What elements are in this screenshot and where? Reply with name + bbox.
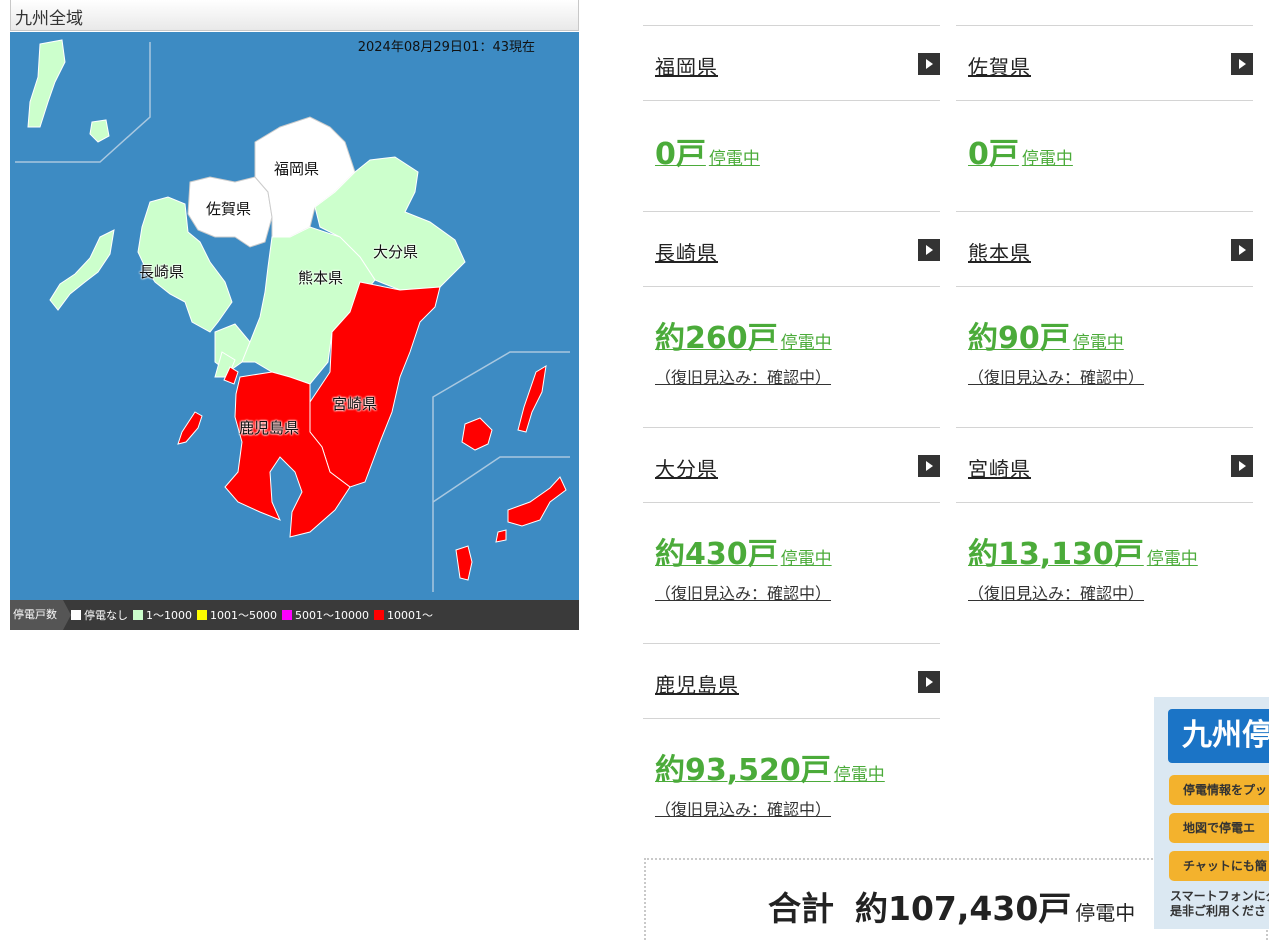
kyushu-outage-app-banner[interactable]: 九州停 停電情報をプッ 地図で停電エ チャットにも簡 スマートフォンにダ 是非ご… <box>1154 697 1269 929</box>
pref-name-link[interactable]: 熊本県 <box>968 237 1031 266</box>
arrow-right-icon[interactable] <box>1231 455 1253 477</box>
banner-button[interactable]: チャットにも簡 <box>1169 851 1269 881</box>
restore-estimate[interactable]: （復旧見込み：確認中） <box>968 364 1144 388</box>
map-label-kagoshima[interactable]: 鹿児島県 <box>239 417 299 438</box>
arrow-right-icon[interactable] <box>1231 53 1253 75</box>
map-title: 九州全域 <box>15 9 83 29</box>
pref-card-header[interactable]: 宮崎県 <box>956 427 1253 503</box>
map-svg <box>15 39 570 592</box>
pref-card-header[interactable]: 長崎県 <box>643 211 940 287</box>
pref-card-header[interactable]: 佐賀県 <box>956 25 1253 101</box>
total-outage: 合計 約107,430戸 停電中 <box>768 882 1135 930</box>
map-label-saga[interactable]: 佐賀県 <box>206 198 251 219</box>
legend-title: 停電戸数 <box>10 600 71 630</box>
arrow-right-icon[interactable] <box>918 53 940 75</box>
legend-swatch-mid <box>197 610 207 620</box>
legend-label: 1～1000 <box>146 609 192 622</box>
outage-count: 約90戸 <box>968 321 1070 356</box>
pref-name-link[interactable]: 長崎県 <box>655 237 718 266</box>
total-label: 合計 <box>768 889 834 928</box>
pref-card-header[interactable]: 福岡県 <box>643 25 940 101</box>
outage-link[interactable]: 約90戸 停電中 <box>968 313 1124 357</box>
map-header: 九州全域 <box>10 0 579 31</box>
legend-item: 5001～10000 <box>282 607 369 623</box>
banner-footer-line: スマートフォンにダ <box>1170 889 1269 903</box>
outage-status: 停電中 <box>1146 549 1198 569</box>
total-status: 停電中 <box>1075 901 1136 925</box>
outage-count: 0戸 <box>655 137 706 172</box>
legend-swatch-high <box>374 610 384 620</box>
outage-map-panel: 九州全域 2024年08月29日01：43現在 福岡県 佐賀県 長崎県 熊本県 … <box>10 0 579 630</box>
map-label-fukuoka[interactable]: 福岡県 <box>274 158 319 179</box>
outage-status: 停電中 <box>708 149 760 169</box>
legend-item: 10001～ <box>374 607 433 623</box>
outage-link[interactable]: 0戸 停電中 <box>655 129 760 173</box>
outage-status: 停電中 <box>780 333 832 353</box>
arrow-right-icon[interactable] <box>918 671 940 693</box>
banner-button[interactable]: 停電情報をプッ <box>1169 775 1269 805</box>
restore-estimate[interactable]: （復旧見込み：確認中） <box>655 580 831 604</box>
legend-label: 5001～10000 <box>295 609 369 622</box>
legend-label: 1001～5000 <box>210 609 277 622</box>
outage-status: 停電中 <box>833 765 885 785</box>
restore-estimate[interactable]: （復旧見込み：確認中） <box>655 364 831 388</box>
arrow-right-icon[interactable] <box>918 239 940 261</box>
outage-count: 約13,130戸 <box>968 537 1144 572</box>
total-value: 約107,430戸 <box>854 889 1072 928</box>
pref-name-link[interactable]: 宮崎県 <box>968 453 1031 482</box>
legend-label: 10001～ <box>387 609 433 622</box>
pref-card-header[interactable]: 熊本県 <box>956 211 1253 287</box>
outage-link[interactable]: 0戸 停電中 <box>968 129 1073 173</box>
map-timestamp: 2024年08月29日01：43現在 <box>357 40 535 55</box>
outage-link[interactable]: 約13,130戸 停電中 <box>968 529 1198 573</box>
arrow-right-icon[interactable] <box>918 455 940 477</box>
outage-status: 停電中 <box>1072 333 1124 353</box>
kyushu-outage-map[interactable]: 2024年08月29日01：43現在 福岡県 佐賀県 長崎県 熊本県 大分県 宮… <box>10 32 579 600</box>
map-label-miyazaki[interactable]: 宮崎県 <box>332 393 377 414</box>
banner-button[interactable]: 地図で停電エ <box>1169 813 1269 843</box>
pref-card-header[interactable]: 鹿児島県 <box>643 643 940 719</box>
outage-count: 約260戸 <box>655 321 778 356</box>
outage-link[interactable]: 約260戸 停電中 <box>655 313 832 357</box>
map-legend: 停電戸数 停電なし 1～1000 1001～5000 5001～10000 10… <box>10 600 579 630</box>
legend-swatch-upper <box>282 610 292 620</box>
outage-status: 停電中 <box>780 549 832 569</box>
map-label-nagasaki[interactable]: 長崎県 <box>139 261 184 282</box>
map-label-kumamoto[interactable]: 熊本県 <box>298 267 343 288</box>
restore-estimate[interactable]: （復旧見込み：確認中） <box>968 580 1144 604</box>
arrow-right-icon[interactable] <box>1231 239 1253 261</box>
legend-swatch-none <box>71 610 81 620</box>
banner-title: 九州停 <box>1168 709 1269 763</box>
outage-count: 0戸 <box>968 137 1019 172</box>
outage-count: 約93,520戸 <box>655 753 831 788</box>
pref-name-link[interactable]: 大分県 <box>655 453 718 482</box>
legend-label: 停電なし <box>84 609 128 622</box>
restore-estimate[interactable]: （復旧見込み：確認中） <box>655 796 831 820</box>
legend-item: 1001～5000 <box>197 607 277 623</box>
pref-name-link[interactable]: 福岡県 <box>655 51 718 80</box>
outage-status: 停電中 <box>1021 149 1073 169</box>
banner-footer-line: 是非ご利用くださ <box>1170 904 1267 918</box>
map-label-oita[interactable]: 大分県 <box>373 241 418 262</box>
legend-swatch-low <box>133 610 143 620</box>
legend-item: 1～1000 <box>133 607 192 623</box>
banner-footer-text: スマートフォンにダ 是非ご利用くださ <box>1170 889 1269 919</box>
pref-name-link[interactable]: 鹿児島県 <box>655 669 739 698</box>
outage-link[interactable]: 約430戸 停電中 <box>655 529 832 573</box>
legend-item: 停電なし <box>71 607 128 623</box>
outage-link[interactable]: 約93,520戸 停電中 <box>655 745 885 789</box>
pref-name-link[interactable]: 佐賀県 <box>968 51 1031 80</box>
pref-card-header[interactable]: 大分県 <box>643 427 940 503</box>
outage-count: 約430戸 <box>655 537 778 572</box>
